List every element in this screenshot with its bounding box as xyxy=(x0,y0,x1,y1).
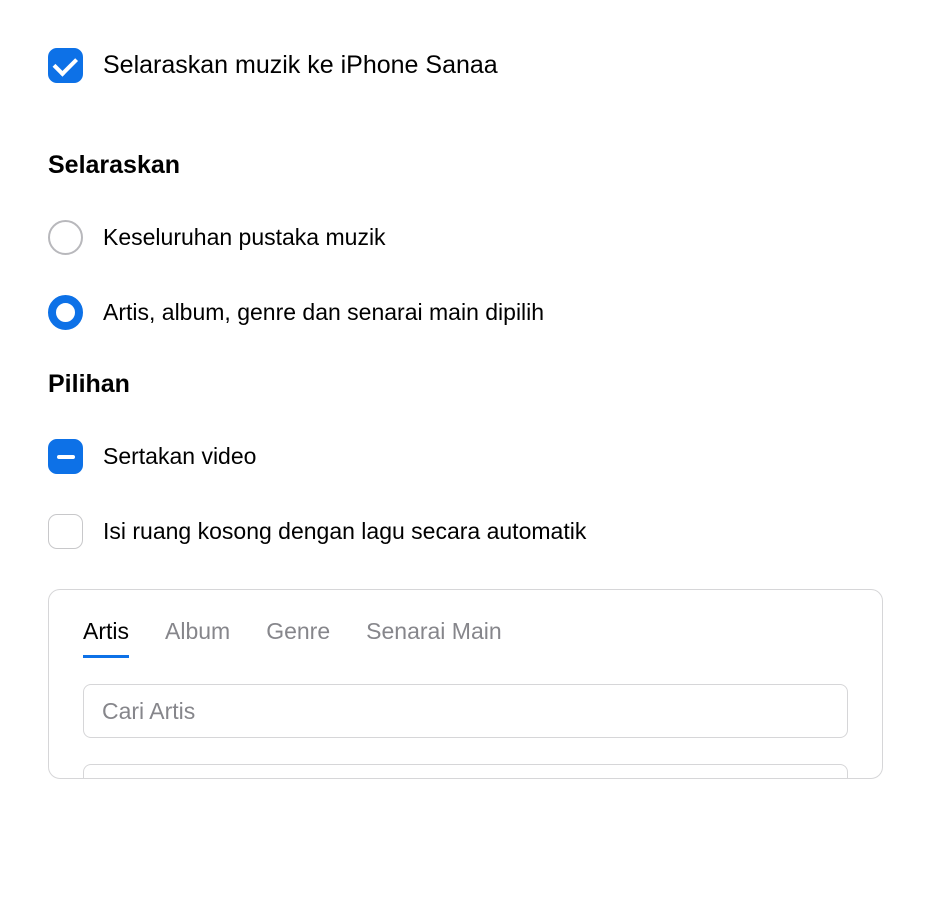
list-container xyxy=(83,764,848,778)
tab-playlists[interactable]: Senarai Main xyxy=(366,618,502,658)
sync-music-checkbox[interactable] xyxy=(48,48,83,83)
tabs: Artis Album Genre Senarai Main xyxy=(83,618,848,658)
search-input[interactable] xyxy=(83,684,848,738)
radio-entire-library-label: Keseluruhan pustaka muzik xyxy=(103,224,386,251)
tab-artists[interactable]: Artis xyxy=(83,618,129,658)
sync-section-heading: Selaraskan xyxy=(48,151,883,180)
include-videos-label: Sertakan video xyxy=(103,443,256,470)
options-section-heading: Pilihan xyxy=(48,370,883,399)
autofill-label: Isi ruang kosong dengan lagu secara auto… xyxy=(103,518,586,545)
radio-selected-items[interactable] xyxy=(48,295,83,330)
tab-genres[interactable]: Genre xyxy=(266,618,330,658)
selection-panel: Artis Album Genre Senarai Main xyxy=(48,589,883,779)
radio-entire-library[interactable] xyxy=(48,220,83,255)
sync-music-label: Selaraskan muzik ke iPhone Sanaa xyxy=(103,51,498,80)
tab-albums[interactable]: Album xyxy=(165,618,230,658)
autofill-checkbox[interactable] xyxy=(48,514,83,549)
include-videos-checkbox[interactable] xyxy=(48,439,83,474)
radio-selected-items-label: Artis, album, genre dan senarai main dip… xyxy=(103,299,544,326)
